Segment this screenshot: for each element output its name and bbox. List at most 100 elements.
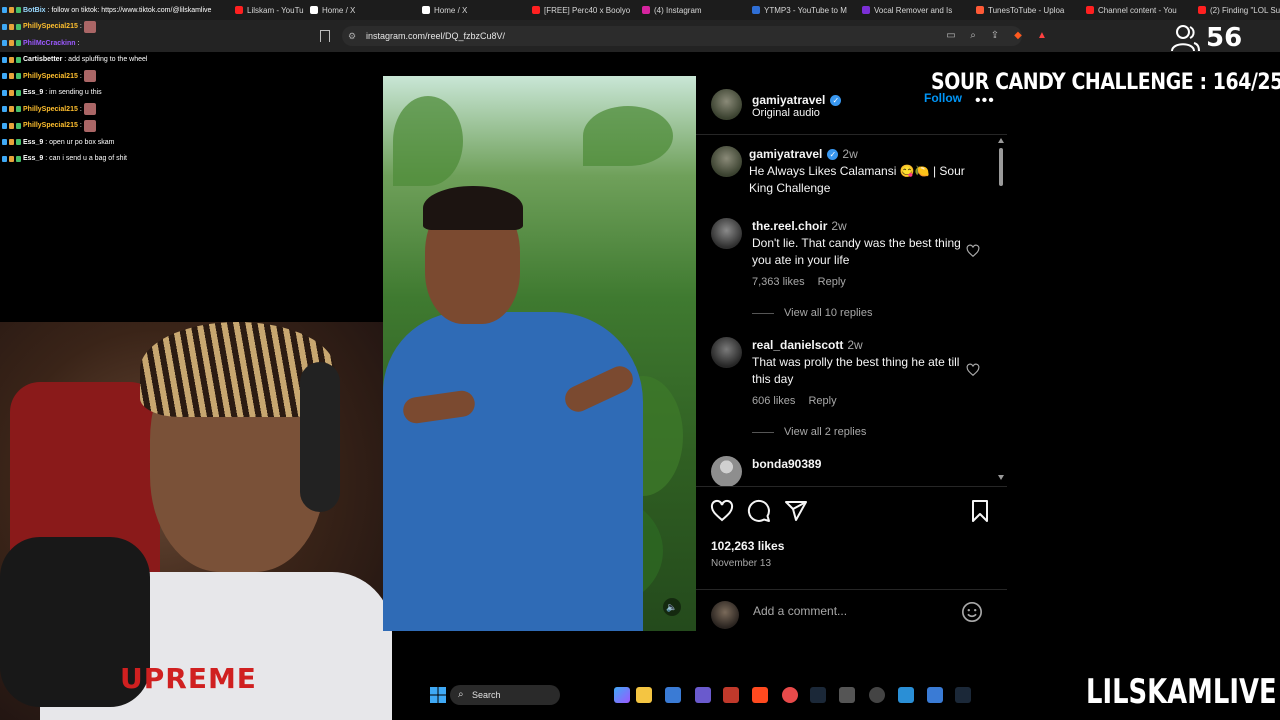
brave-shield-icon[interactable]: ◆ xyxy=(1012,30,1024,42)
like-comment-icon[interactable] xyxy=(966,363,980,377)
notepad-icon[interactable] xyxy=(927,687,943,703)
browser-tab[interactable]: YTMP3 - YouTube to M xyxy=(752,2,852,18)
bookmark-icon[interactable] xyxy=(320,30,330,42)
like-count[interactable]: 102,263 likes xyxy=(711,539,784,553)
chat-text: : xyxy=(79,72,82,80)
browser-tab[interactable]: (4) Instagram xyxy=(642,2,742,18)
comment-text: Don't lie. That candy was the best thing… xyxy=(752,236,961,267)
comments-scrollbar[interactable] xyxy=(998,138,1004,480)
app-icon[interactable] xyxy=(839,687,855,703)
chat-username[interactable]: PhilMcCrackinn xyxy=(23,40,76,47)
browser-tab[interactable]: TunesToTube - Uploa xyxy=(976,2,1076,18)
author-avatar[interactable] xyxy=(711,89,742,120)
chat-badge-icon xyxy=(2,139,7,146)
chat-username[interactable]: BotBix xyxy=(23,7,46,14)
commenter-avatar[interactable] xyxy=(711,337,742,368)
chat-emote-icon xyxy=(83,119,96,132)
caption-avatar[interactable] xyxy=(711,146,742,177)
scroll-down-icon[interactable] xyxy=(998,475,1004,480)
chat-badge-icon xyxy=(9,139,14,146)
commenter-username[interactable]: bonda90389 xyxy=(752,457,821,471)
author-username[interactable]: gamiyatravel xyxy=(752,93,825,107)
commenter-username[interactable]: real_danielscott xyxy=(752,338,843,352)
scroll-thumb[interactable] xyxy=(999,148,1003,186)
discord-icon[interactable] xyxy=(695,687,711,703)
comment-icon[interactable] xyxy=(747,499,771,523)
share-icon[interactable] xyxy=(784,499,808,523)
chat-username[interactable]: PhillySpecial215 xyxy=(23,23,78,30)
steam-icon[interactable] xyxy=(810,687,826,703)
chat-badge-icon xyxy=(16,139,21,146)
like-comment-icon[interactable] xyxy=(966,244,980,258)
comment-time: 2w xyxy=(847,338,863,352)
address-text: instagram.com/reel/DQ_fzbzCu8V/ xyxy=(366,31,506,41)
chat-text: : im sending u this xyxy=(45,89,102,97)
browser-tab[interactable]: [FREE] Perc40 x Boolyo xyxy=(532,2,632,18)
taskbar-search[interactable]: ⌕ Search xyxy=(450,685,560,705)
comment-composer: Add a comment... xyxy=(696,589,1007,633)
copilot-icon[interactable] xyxy=(614,687,630,703)
chat-badge-icon xyxy=(2,106,7,113)
chat-username[interactable]: Ess_9 xyxy=(23,155,43,162)
app-icon[interactable] xyxy=(898,687,914,703)
chat-username[interactable]: PhillySpecial215 xyxy=(23,73,78,80)
comment-likes[interactable]: 606 likes xyxy=(752,395,795,407)
save-icon[interactable] xyxy=(968,499,992,523)
audio-label[interactable]: Original audio xyxy=(752,107,820,119)
commenter-avatar[interactable] xyxy=(711,218,742,249)
tab-label: Channel content - You xyxy=(1098,5,1177,15)
view-replies-button[interactable]: View all 10 replies xyxy=(752,307,872,319)
file-explorer-icon[interactable] xyxy=(636,687,652,703)
comments-list[interactable]: gamiyatravel ✓ 2w He Always Likes Calamans… xyxy=(696,134,1007,486)
chat-badge-icon xyxy=(16,73,21,80)
browser-tab[interactable]: Vocal Remover and Is xyxy=(862,2,962,18)
viewer-count-number: 56 xyxy=(1206,23,1243,53)
chat-badge-icon xyxy=(16,56,21,63)
chat-username[interactable]: Cartisbetter xyxy=(23,56,62,63)
app-icon[interactable] xyxy=(723,687,739,703)
commenter-username[interactable]: the.reel.choir xyxy=(752,219,827,233)
reel-video[interactable]: 🔈 xyxy=(383,76,696,631)
mute-icon[interactable]: 🔈 xyxy=(663,598,681,616)
comment-input[interactable]: Add a comment... xyxy=(753,604,847,618)
tab-favicon-icon xyxy=(1198,6,1206,14)
emoji-icon[interactable] xyxy=(961,601,983,623)
zoom-icon[interactable]: ⌕ xyxy=(967,30,979,42)
share-icon[interactable]: ⇪ xyxy=(989,30,1001,42)
chat-message: BotBix: follow on tiktok: https://www.ti… xyxy=(2,2,302,19)
reply-button[interactable]: Reply xyxy=(808,395,836,407)
reply-button[interactable]: Reply xyxy=(818,276,846,288)
webcam-feed: UPREME xyxy=(0,322,392,720)
chat-text: : xyxy=(79,23,82,31)
browser-tab[interactable]: Home / X xyxy=(422,2,522,18)
browser-tab[interactable]: Channel content - You xyxy=(1086,2,1186,18)
chrome-icon[interactable] xyxy=(782,687,798,703)
chat-badge-icon xyxy=(2,7,7,14)
steam-icon[interactable] xyxy=(955,687,971,703)
address-bar[interactable]: ⚙ instagram.com/reel/DQ_fzbzCu8V/ xyxy=(342,26,1022,46)
4k-downloader-icon[interactable] xyxy=(869,687,885,703)
browser-tab[interactable]: (2) Finding "LOL Sup xyxy=(1198,2,1280,18)
chat-username[interactable]: PhillySpecial215 xyxy=(23,106,78,113)
browser-tab[interactable]: Home / X xyxy=(310,2,410,18)
site-settings-icon[interactable]: ⚙ xyxy=(348,30,358,42)
chat-username[interactable]: Ess_9 xyxy=(23,139,43,146)
scroll-up-icon[interactable] xyxy=(998,138,1004,143)
comment-likes[interactable]: 7,363 likes xyxy=(752,276,805,288)
chat-username[interactable]: Ess_9 xyxy=(23,89,43,96)
brave-browser-icon[interactable] xyxy=(752,687,768,703)
chat-message: PhillySpecial215: xyxy=(2,19,302,36)
like-icon[interactable] xyxy=(710,499,734,523)
caption-text: He Always Likes Calamansi 😋🍋 | Sour King… xyxy=(749,164,965,195)
reader-view-icon[interactable]: ▭ xyxy=(945,30,957,42)
rewards-icon[interactable]: ▲ xyxy=(1036,30,1048,42)
windows-start-icon[interactable] xyxy=(430,687,446,703)
commenter-avatar[interactable] xyxy=(711,456,742,486)
chat-badge-icon xyxy=(2,155,7,162)
viewer-count: 56 xyxy=(1170,22,1242,54)
chat-badge-icon xyxy=(2,89,7,96)
chat-username[interactable]: PhillySpecial215 xyxy=(23,122,78,129)
caption-username[interactable]: gamiyatravel xyxy=(749,147,822,161)
view-replies-button[interactable]: View all 2 replies xyxy=(752,426,866,438)
store-icon[interactable] xyxy=(665,687,681,703)
